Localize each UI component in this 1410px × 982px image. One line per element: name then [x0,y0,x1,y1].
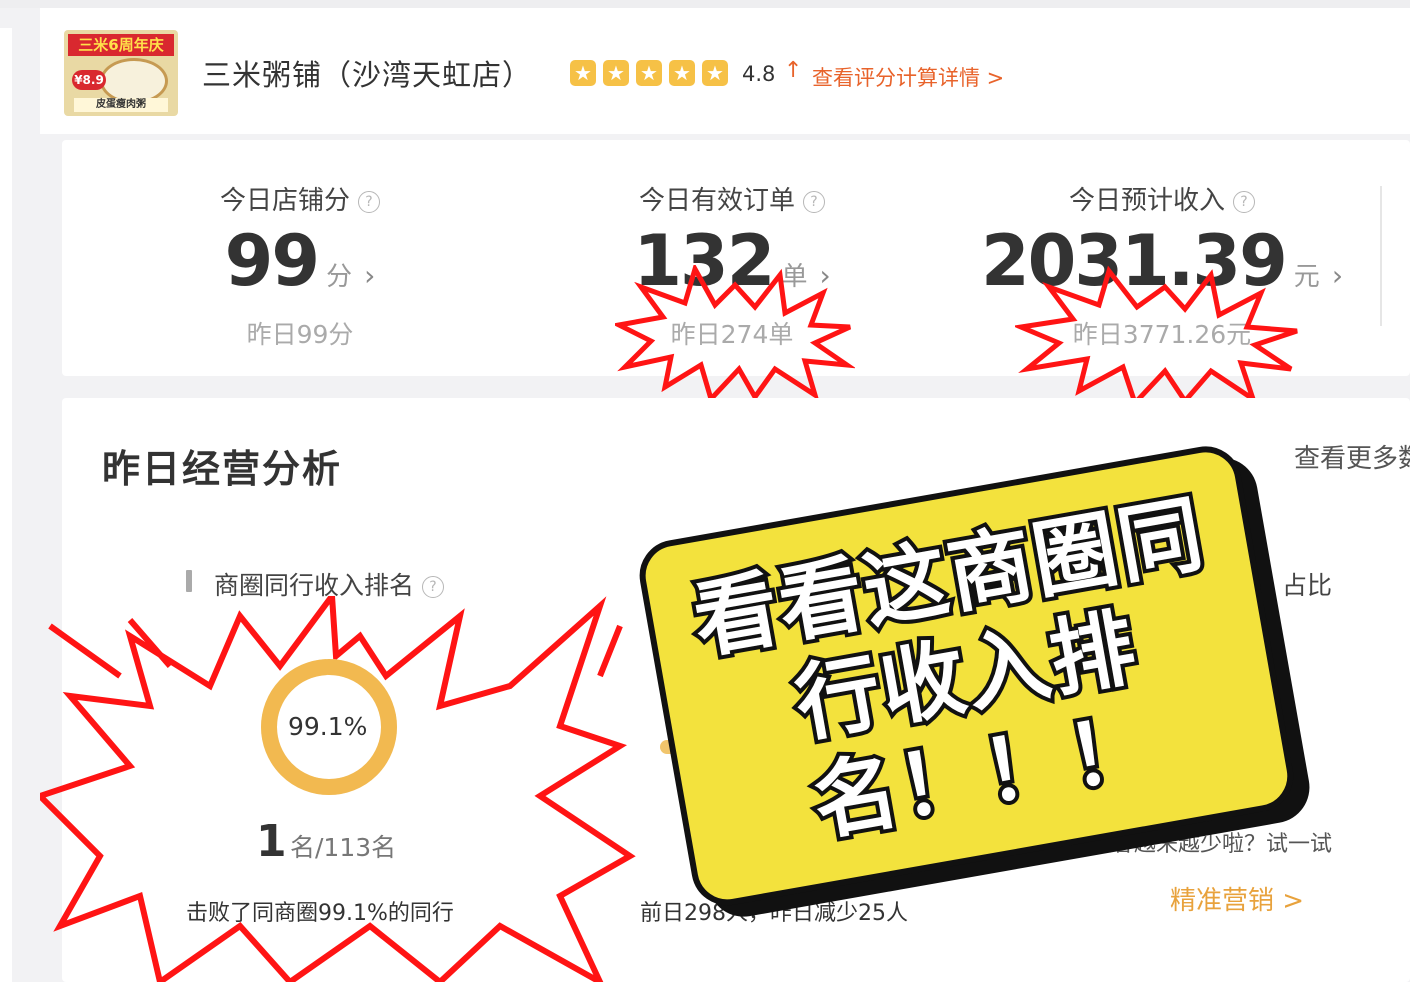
stat-unit: 分 [326,262,353,292]
stat-label: 今日预计收入 [1068,186,1225,216]
income-burst-decoration [1015,265,1298,405]
rank-number: 1 [256,816,287,867]
rank-total: 名/113名 [290,833,397,862]
section-marker [186,570,192,592]
logo-price: ¥8.9 [72,70,106,90]
burst-shape [1015,265,1298,405]
rating-value: 4.8 [742,62,776,86]
beat-peers-text: 击败了同商圈99.1%的同行 [186,901,454,926]
rating-detail-link[interactable]: 查看评分计算详情 > [812,62,1004,92]
stat-label: 今日有效订单 [638,186,795,216]
rating-stars: ★ ★ ★ ★ ★ [570,60,728,86]
ring-percent-label: 99.1% [288,712,368,741]
rating-up-arrow-icon: ↑ [784,58,803,83]
analysis-title: 昨日经营分析 [102,447,343,491]
star-icon: ★ [570,60,596,86]
help-icon[interactable]: ? [422,576,445,598]
star-icon: ★ [669,60,695,86]
shop-logo[interactable]: 三米6周年庆 ¥8.9 皮蛋瘦肉粥 [64,30,178,116]
burst-shape [615,265,855,400]
divider [1380,186,1382,326]
precision-marketing-link[interactable]: 精准营销 > [1170,880,1304,917]
chevron-right-icon[interactable]: › [1332,259,1343,292]
stat-yesterday: 昨日99分 [246,320,354,349]
top-band [0,0,1410,8]
burst-stroke [48,623,122,679]
help-icon[interactable]: ? [803,190,825,213]
view-more-link[interactable]: 查看更多数 [1294,438,1410,475]
order-burst-decoration [615,265,855,400]
burst-stroke [597,624,623,678]
stat-label: 今日店铺分 [219,186,350,216]
help-icon[interactable]: ? [1233,190,1255,213]
shop-name: 三米粥铺（沙湾天虹店） [202,58,533,92]
logo-banner-text: 三米6周年庆 [78,36,164,54]
chevron-right-icon[interactable]: › [364,259,375,292]
star-icon: ★ [702,60,728,86]
logo-caption: 皮蛋瘦肉粥 [74,98,168,112]
left-panel-edge [0,28,12,982]
stat-value: 99 [224,220,320,302]
help-icon[interactable]: ? [358,190,380,213]
star-icon: ★ [603,60,629,86]
star-icon: ★ [636,60,662,86]
